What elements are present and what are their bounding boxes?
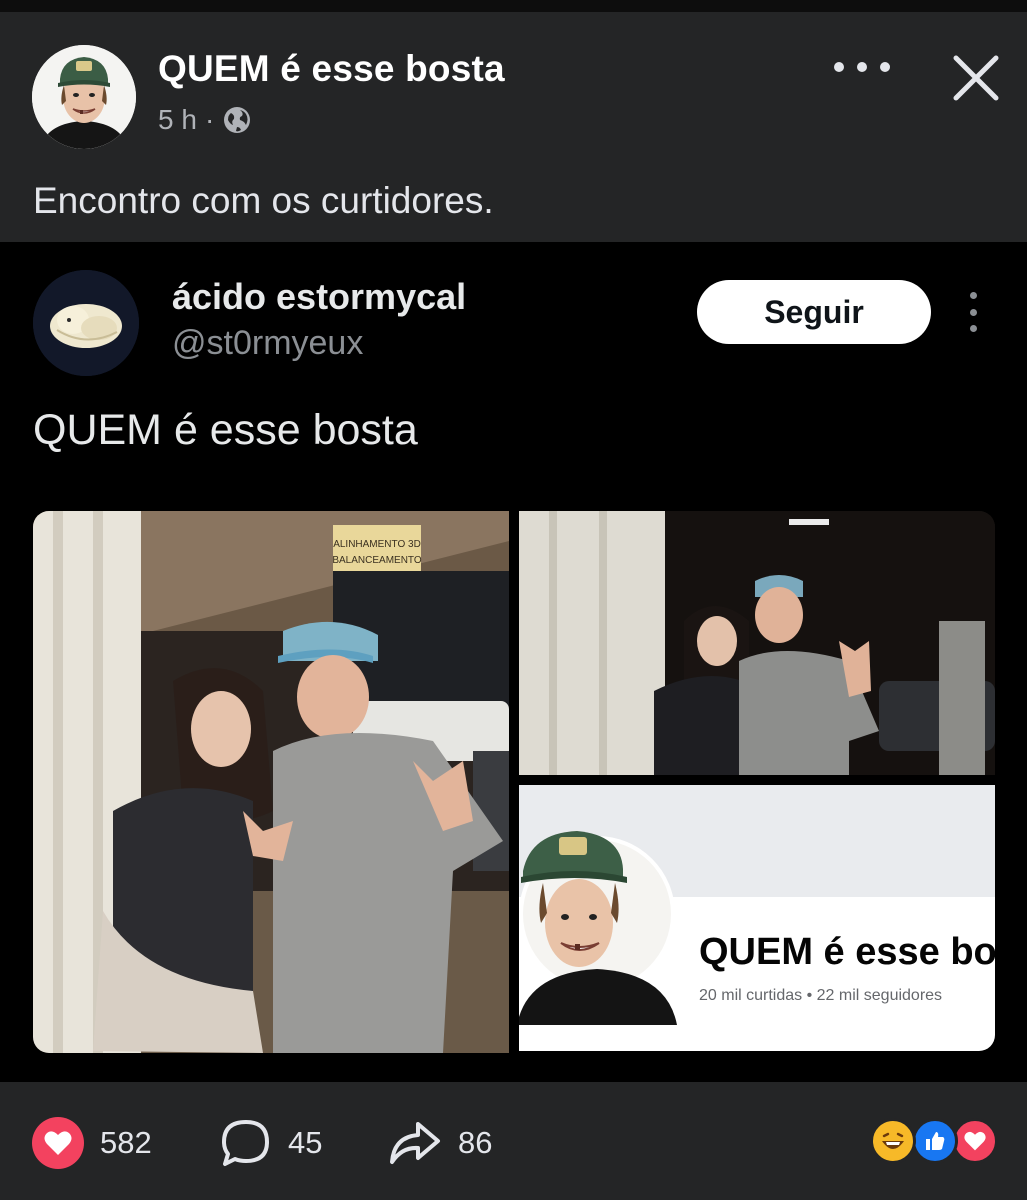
tweet-photo-night xyxy=(519,511,995,775)
profile-card-page-name: QUEM é esse bosta xyxy=(699,931,995,973)
post-meta: 5 h · xyxy=(158,104,252,136)
page-avatar[interactable] xyxy=(32,45,136,149)
reaction-count: 582 xyxy=(100,1125,152,1160)
more-vertical-icon xyxy=(966,292,980,332)
top-edge-strip xyxy=(0,0,1027,12)
share-button[interactable]: 86 xyxy=(388,1118,492,1168)
post-menu-button[interactable] xyxy=(834,52,890,82)
like-thumb-icon xyxy=(912,1118,958,1164)
tweet-photo-profile-card: QUEM é esse bosta 20 mil curtidas • 22 m… xyxy=(519,785,995,1051)
shop-sign-line-2: BALANCEAMENTO xyxy=(332,555,422,566)
post-time[interactable]: 5 h xyxy=(158,104,197,136)
comment-count: 45 xyxy=(288,1125,323,1160)
globe-icon xyxy=(222,105,252,135)
tweet-author-name: ácido estormycal xyxy=(172,276,467,317)
tweet-author-avatar xyxy=(33,270,139,376)
shop-sign-line-1: ALINHAMENTO 3D xyxy=(333,539,421,550)
close-icon xyxy=(953,55,999,101)
profile-card-stats: 20 mil curtidas • 22 mil seguidores xyxy=(699,987,943,1004)
reaction-button[interactable]: 582 xyxy=(32,1117,152,1169)
meta-separator: · xyxy=(204,104,215,135)
comment-button[interactable]: 45 xyxy=(220,1118,322,1168)
follow-button: Seguir xyxy=(697,280,931,344)
tweet-photo-main: ALINHAMENTO 3D BALANCEAMENTO xyxy=(33,511,509,1053)
tweet-text: QUEM é esse bosta xyxy=(33,406,418,454)
reaction-summary[interactable] xyxy=(866,1118,998,1168)
profile-picture xyxy=(519,803,677,1025)
tweet-author-handle: @st0rmyeux xyxy=(172,324,364,362)
love-heart-icon xyxy=(952,1118,998,1164)
comment-bubble-icon xyxy=(222,1120,269,1166)
page-name[interactable]: QUEM é esse bosta xyxy=(158,48,505,90)
post-action-bar: 582 45 86 xyxy=(0,1082,1027,1200)
haha-emoji-icon xyxy=(870,1118,916,1164)
close-button[interactable] xyxy=(950,52,1002,104)
share-arrow-icon xyxy=(390,1122,440,1164)
shared-tweet-image[interactable]: ácido estormycal @st0rmyeux Seguir QUEM … xyxy=(0,242,1027,1082)
heart-icon xyxy=(32,1117,84,1169)
share-count: 86 xyxy=(458,1125,493,1160)
post-caption: Encontro com os curtidores. xyxy=(33,180,494,221)
facebook-post-header: QUEM é esse bosta 5 h · Encontro com os … xyxy=(0,12,1027,242)
more-horizontal-icon xyxy=(834,62,844,72)
